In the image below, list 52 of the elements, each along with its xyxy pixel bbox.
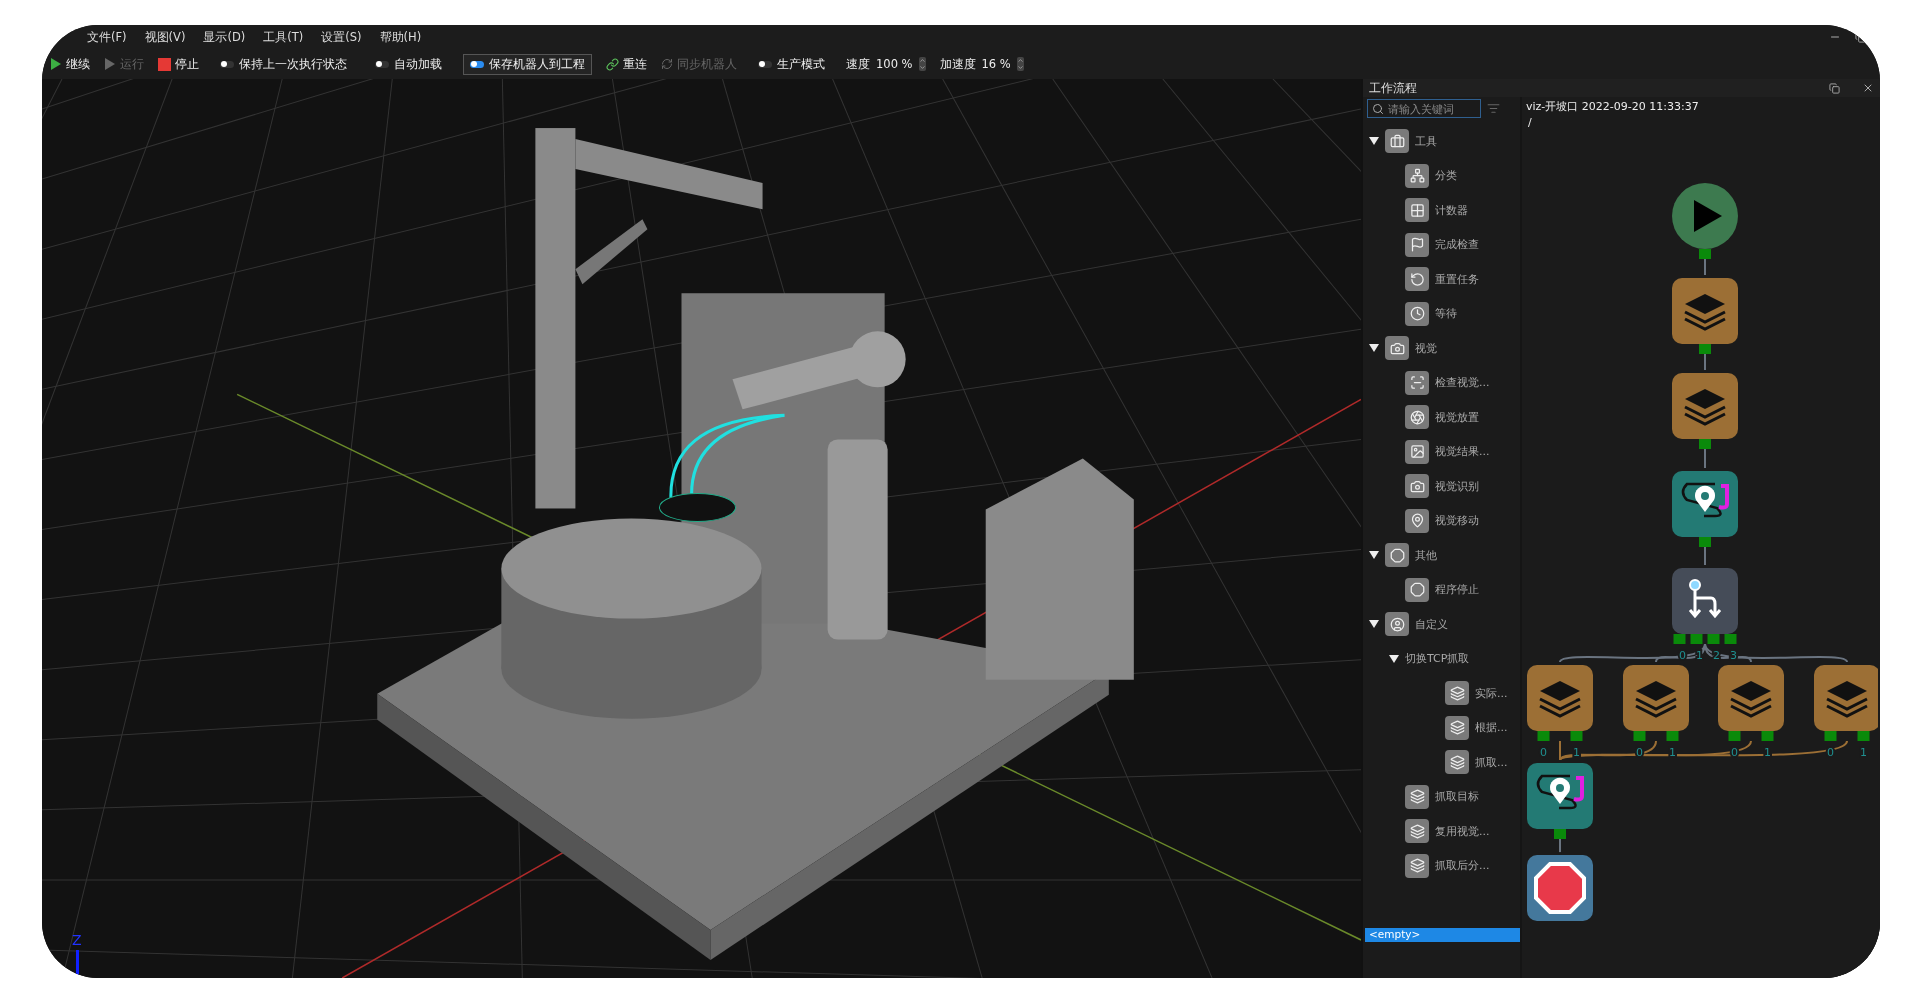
tree-item[interactable]: 视觉移动 xyxy=(1435,513,1479,529)
port-label: 1 xyxy=(1696,649,1703,662)
menu-item[interactable]: 工具(T) xyxy=(254,29,313,45)
spin-field[interactable]: 16 % xyxy=(979,57,1013,71)
toggle-option[interactable]: 保持上一次执行状态 xyxy=(213,53,354,75)
menu-item[interactable]: 显示(D) xyxy=(194,29,255,45)
port-label: 1 xyxy=(1764,746,1771,759)
menu-item[interactable]: 文件(F) xyxy=(78,29,136,45)
toggle-option[interactable]: 保存机器人到工程 xyxy=(463,53,592,75)
tree-item[interactable]: 视觉放置 xyxy=(1435,409,1479,425)
port-label: 3 xyxy=(1730,649,1737,662)
tree-item[interactable]: 视觉 xyxy=(1415,340,1437,356)
selection-bar[interactable]: <empty> xyxy=(1365,928,1520,942)
tree-item[interactable]: 分类 xyxy=(1435,168,1457,184)
tree-item[interactable]: 根据... xyxy=(1475,720,1508,736)
tree-item[interactable]: 视觉识别 xyxy=(1435,478,1479,494)
tree-item[interactable]: 完成检查 xyxy=(1435,237,1479,253)
axis-label: Z xyxy=(72,932,82,948)
tree-item[interactable]: 其他 xyxy=(1415,547,1437,563)
tree-item[interactable]: 视觉结果... xyxy=(1435,444,1490,460)
toolbar-button[interactable]: 继续 xyxy=(50,56,90,72)
tree-item[interactable]: 程序停止 xyxy=(1435,582,1479,598)
toggle-option[interactable]: 自动加载 xyxy=(368,53,449,75)
tree-item[interactable]: 计数器 xyxy=(1435,202,1468,218)
spin-label: 速度 xyxy=(846,56,870,72)
tree-item[interactable]: 重置任务 xyxy=(1435,271,1479,287)
tree-item[interactable]: 工具 xyxy=(1415,133,1437,149)
tree-item[interactable]: 复用视觉... xyxy=(1435,823,1490,839)
tree-item[interactable]: 检查视觉... xyxy=(1435,375,1490,391)
tree-item[interactable]: 实际... xyxy=(1475,685,1508,701)
port-label: 1 xyxy=(1860,746,1867,759)
tree-item[interactable]: 抓取后分... xyxy=(1435,858,1490,874)
tree-item[interactable]: 切换TCP抓取 xyxy=(1405,651,1470,667)
menu-item[interactable]: 视图(V) xyxy=(135,29,195,45)
panel-title: 工作流程 xyxy=(1369,80,1418,96)
search-field[interactable]: 请输入关键词 xyxy=(1367,99,1481,118)
spin-field[interactable]: 100 % xyxy=(874,57,915,71)
port-label: 1 xyxy=(1669,746,1676,759)
port-label: 0 xyxy=(1540,746,1547,759)
tree-item[interactable]: 等待 xyxy=(1435,306,1457,322)
menu-item[interactable]: 帮助(H) xyxy=(370,29,431,45)
toggle-option[interactable]: 生产模式 xyxy=(751,53,832,75)
workflow-title: viz-开坡口 2022-09-20 11:33:37 xyxy=(1525,99,1700,114)
tree-item[interactable]: 抓取目标 xyxy=(1435,789,1479,805)
spin-label: 加速度 xyxy=(939,56,976,72)
workflow-path: / xyxy=(1527,115,1533,131)
tree-item[interactable]: 自定义 xyxy=(1415,616,1448,632)
tree-item[interactable]: 抓取... xyxy=(1475,754,1508,770)
toolbar-button[interactable]: 重连 xyxy=(606,56,647,72)
port-label: 1 xyxy=(1573,746,1580,759)
menu-item[interactable]: 设置(S) xyxy=(312,29,371,45)
toolbar-button[interactable]: 停止 xyxy=(158,56,199,72)
